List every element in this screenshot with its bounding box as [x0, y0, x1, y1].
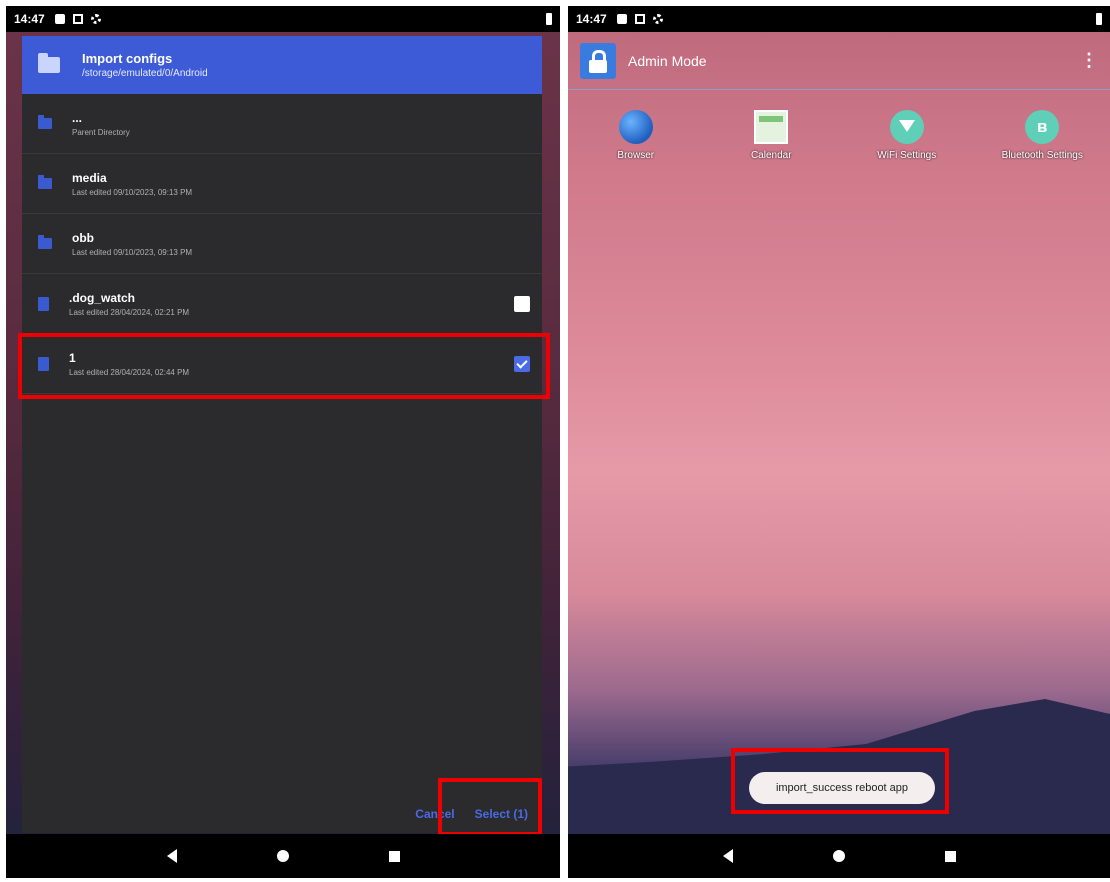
row-name: media: [72, 170, 107, 185]
settings-icon: [652, 14, 663, 24]
file-icon: [38, 296, 49, 311]
highlight-selected-row: [18, 333, 550, 399]
app-label: Bluetooth Settings: [1001, 150, 1083, 161]
wifi-icon: [889, 110, 924, 144]
lock-icon: [580, 42, 616, 79]
app-label: WiFi Settings: [877, 150, 937, 161]
row-meta: Last edited 09/10/2023, 09:13 PM: [72, 187, 193, 197]
row-meta: Parent Directory: [72, 127, 130, 137]
row-meta: Last edited 28/04/2024, 02:21 PM: [69, 307, 190, 317]
settings-icon: [90, 14, 101, 24]
calendar-icon: [754, 110, 789, 144]
sim-icon: [72, 14, 83, 24]
folder-icon: [38, 53, 60, 73]
back-icon[interactable]: [722, 849, 733, 863]
left-phone-screen: 14:47 Import configs /storage/emulated/0…: [6, 6, 560, 878]
file-row-obb[interactable]: obb Last edited 09/10/2023, 09:13 PM: [22, 214, 542, 274]
status-bar: 14:47: [6, 6, 560, 32]
battery-icon: [546, 13, 552, 25]
app-label: Calendar: [750, 150, 792, 161]
row-name: obb: [72, 230, 94, 245]
notification-icon: [54, 14, 65, 24]
row-meta: Last edited 09/10/2023, 09:13 PM: [72, 247, 193, 257]
app-bluetooth-settings[interactable]: ʙ Bluetooth Settings: [975, 110, 1110, 161]
recents-icon[interactable]: [944, 850, 956, 862]
sim-icon: [634, 14, 645, 24]
folder-icon: [38, 235, 52, 249]
app-label: Browser: [617, 150, 655, 161]
import-configs-dialog: Import configs /storage/emulated/0/Andro…: [22, 36, 542, 833]
app-calendar[interactable]: Calendar: [704, 110, 840, 161]
app-wifi-settings[interactable]: WiFi Settings: [839, 110, 975, 161]
navigation-bar: [568, 834, 1110, 878]
back-icon[interactable]: [166, 849, 177, 863]
notification-icon: [616, 14, 627, 24]
folder-icon: [38, 115, 52, 129]
overflow-menu-icon[interactable]: ⋮: [1080, 50, 1098, 71]
file-row-media[interactable]: media Last edited 09/10/2023, 09:13 PM: [22, 154, 542, 214]
row-name: ...: [72, 110, 83, 125]
navigation-bar: [6, 834, 560, 878]
app-browser[interactable]: Browser: [568, 110, 704, 161]
dialog-header: Import configs /storage/emulated/0/Andro…: [22, 36, 542, 94]
home-icon[interactable]: [832, 850, 845, 862]
recents-icon[interactable]: [388, 850, 400, 862]
row-checkbox[interactable]: [514, 295, 530, 312]
app-title: Admin Mode: [628, 52, 707, 69]
dialog-title: Import configs: [82, 51, 173, 66]
bluetooth-icon: ʙ: [1025, 110, 1060, 144]
highlight-toast: [731, 748, 949, 814]
row-name: .dog_watch: [69, 290, 136, 305]
folder-icon: [38, 175, 52, 189]
globe-icon: [618, 110, 653, 144]
status-time: 14:47: [14, 12, 45, 26]
dialog-path: /storage/emulated/0/Android: [82, 68, 208, 79]
file-row-parent[interactable]: ... Parent Directory: [22, 94, 542, 154]
app-grid: Browser Calendar WiFi Settings ʙ Bluetoo…: [568, 110, 1110, 161]
status-bar: 14:47: [568, 6, 1110, 32]
home-icon[interactable]: [276, 850, 289, 862]
battery-icon: [1096, 13, 1102, 25]
status-time: 14:47: [576, 12, 607, 26]
right-phone-screen: 14:47 Admin Mode ⋮ Browser Calendar WiFi…: [568, 6, 1110, 878]
highlight-select-button: [438, 778, 542, 836]
app-bar: Admin Mode ⋮: [568, 32, 1110, 90]
file-row-dog-watch[interactable]: .dog_watch Last edited 28/04/2024, 02:21…: [22, 274, 542, 334]
